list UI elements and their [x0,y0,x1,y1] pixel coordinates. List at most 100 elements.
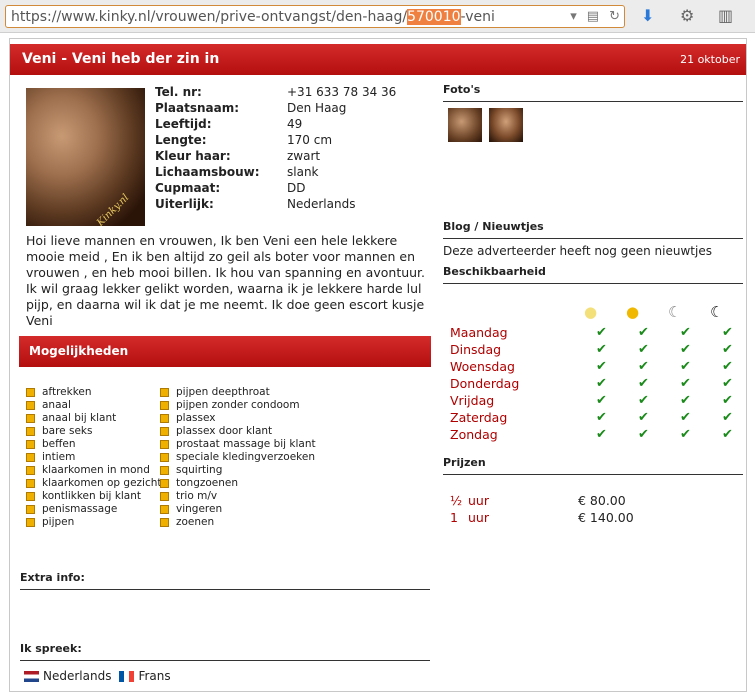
detail-row: Kleur haar: zwart [155,149,321,163]
checkmark-icon: ✔ [638,359,649,374]
photos-divider [443,101,743,102]
photos-heading: Foto's [443,83,481,96]
option-item: klaarkomen in mond [26,464,162,477]
checkmark-icon: ✔ [680,325,691,340]
bullet-square-icon [160,518,169,527]
option-item: trio m/v [160,490,316,503]
options-list-2: pijpen deepthroat pijpen zonder condoom … [160,386,316,529]
url-bar[interactable]: https://www.kinky.nl/vrouwen/prive-ontva… [5,5,625,28]
reload-icon[interactable]: ↻ [609,9,620,24]
checkmark-icon: ✔ [722,359,733,374]
checkmark-icon: ✔ [596,359,607,374]
option-item: pijpen [26,516,162,529]
bullet-square-icon [160,492,169,501]
checkmark-icon: ✔ [722,410,733,425]
checkmark-icon: ✔ [722,325,733,340]
bullet-square-icon [160,453,169,462]
checkmark-icon: ✔ [722,393,733,408]
bullet-square-icon [160,414,169,423]
blog-text: Deze adverteerder heeft nog geen nieuwtj… [443,244,712,258]
availability-column-afternoon: ✔ ✔ ✔ ✔ ✔ ✔ ✔ [638,324,649,443]
url-text[interactable]: https://www.kinky.nl/vrouwen/prive-ontva… [11,9,495,25]
checkmark-icon: ✔ [722,342,733,357]
availability-heading: Beschikbaarheid [443,265,546,278]
photo-watermark: Kinky.nl [94,192,131,226]
bullet-square-icon [26,401,35,410]
bullet-square-icon [26,505,35,514]
extra-info-heading: Extra info: [20,571,85,584]
bullet-square-icon [26,479,35,488]
clipboard-icon[interactable]: ▥ [718,6,733,25]
availability-days: Maandag Dinsdag Woensdag Donderdag Vrijd… [450,324,519,443]
checkmark-icon: ✔ [596,342,607,357]
day-label: Donderdag [450,376,520,391]
photo-thumbnail[interactable] [489,108,523,142]
availability-column-night: ✔ ✔ ✔ ✔ ✔ ✔ ✔ [722,324,733,443]
reader-view-icon[interactable]: ▤ [587,9,599,24]
profile-photo[interactable]: Kinky.nl [26,88,145,226]
netherlands-flag-icon [24,670,39,682]
bullet-square-icon [26,440,35,449]
bullet-square-icon [26,492,35,501]
option-item: squirting [160,464,316,477]
option-item: aftrekken [26,386,162,399]
option-item: tongzoenen [160,477,316,490]
bullet-square-icon [160,466,169,475]
option-item: plassex door klant [160,425,316,438]
bullet-square-icon [160,479,169,488]
option-item: bare seks [26,425,162,438]
dropdown-icon[interactable]: ▾ [570,9,577,24]
checkmark-icon: ✔ [722,376,733,391]
detail-row: Plaatsnaam: Den Haag [155,101,347,115]
bullet-square-icon [26,427,35,436]
prices-divider [443,474,743,475]
options-header: Mogelijkheden [19,336,431,367]
night-moon-icon: ☾ [710,303,724,321]
checkmark-icon: ✔ [638,427,649,442]
checkmark-icon: ✔ [596,325,607,340]
checkmark-icon: ✔ [680,410,691,425]
checkmark-icon: ✔ [680,359,691,374]
profile-date: 21 oktober [680,53,740,66]
option-item: beffen [26,438,162,451]
language-item: Nederlands [43,669,112,683]
checkmark-icon: ✔ [638,342,649,357]
checkmark-icon: ✔ [596,410,607,425]
options-list-1: aftrekken anaal anaal bij klant bare sek… [26,386,162,529]
browser-toolbar: https://www.kinky.nl/vrouwen/prive-ontva… [0,0,755,33]
checkmark-icon: ✔ [596,376,607,391]
option-item: intiem [26,451,162,464]
detail-row: Tel. nr: +31 633 78 34 36 [155,85,397,99]
options-heading: Mogelijkheden [29,344,129,358]
bullet-square-icon [160,505,169,514]
extensions-icon[interactable]: ⚙ [680,6,694,25]
prices-heading: Prijzen [443,456,486,469]
checkmark-icon: ✔ [596,427,607,442]
checkmark-icon: ✔ [596,393,607,408]
option-item: anaal bij klant [26,412,162,425]
availability-column-morning: ✔ ✔ ✔ ✔ ✔ ✔ ✔ [596,324,607,443]
morning-sun-icon: ● [584,303,598,321]
languages-heading: Ik spreek: [20,642,82,655]
option-item: kontlikken bij klant [26,490,162,503]
price-row: ½ uur € 80.00 [450,493,626,508]
day-label: Zaterdag [450,410,508,425]
day-label: Vrijdag [450,393,495,408]
photo-thumbnail[interactable] [448,108,482,142]
download-icon[interactable]: ⬇ [641,6,654,25]
languages-list: Nederlands Frans [24,669,171,683]
checkmark-icon: ✔ [638,393,649,408]
day-label: Dinsdag [450,342,502,357]
profile-title: Veni - Veni heb der zin in [22,51,220,67]
option-item: penismassage [26,503,162,516]
detail-row: Lichaamsbouw: slank [155,165,319,179]
option-item: speciale kledingverzoeken [160,451,316,464]
bullet-square-icon [160,427,169,436]
option-item: zoenen [160,516,316,529]
evening-moon-icon: ☾ [668,303,682,321]
profile-details: Tel. nr: +31 633 78 34 36 Plaatsnaam: Den … [155,84,396,212]
checkmark-icon: ✔ [722,427,733,442]
option-item: plassex [160,412,316,425]
france-flag-icon [119,670,135,682]
price-row: 1 uur € 140.00 [450,510,634,525]
